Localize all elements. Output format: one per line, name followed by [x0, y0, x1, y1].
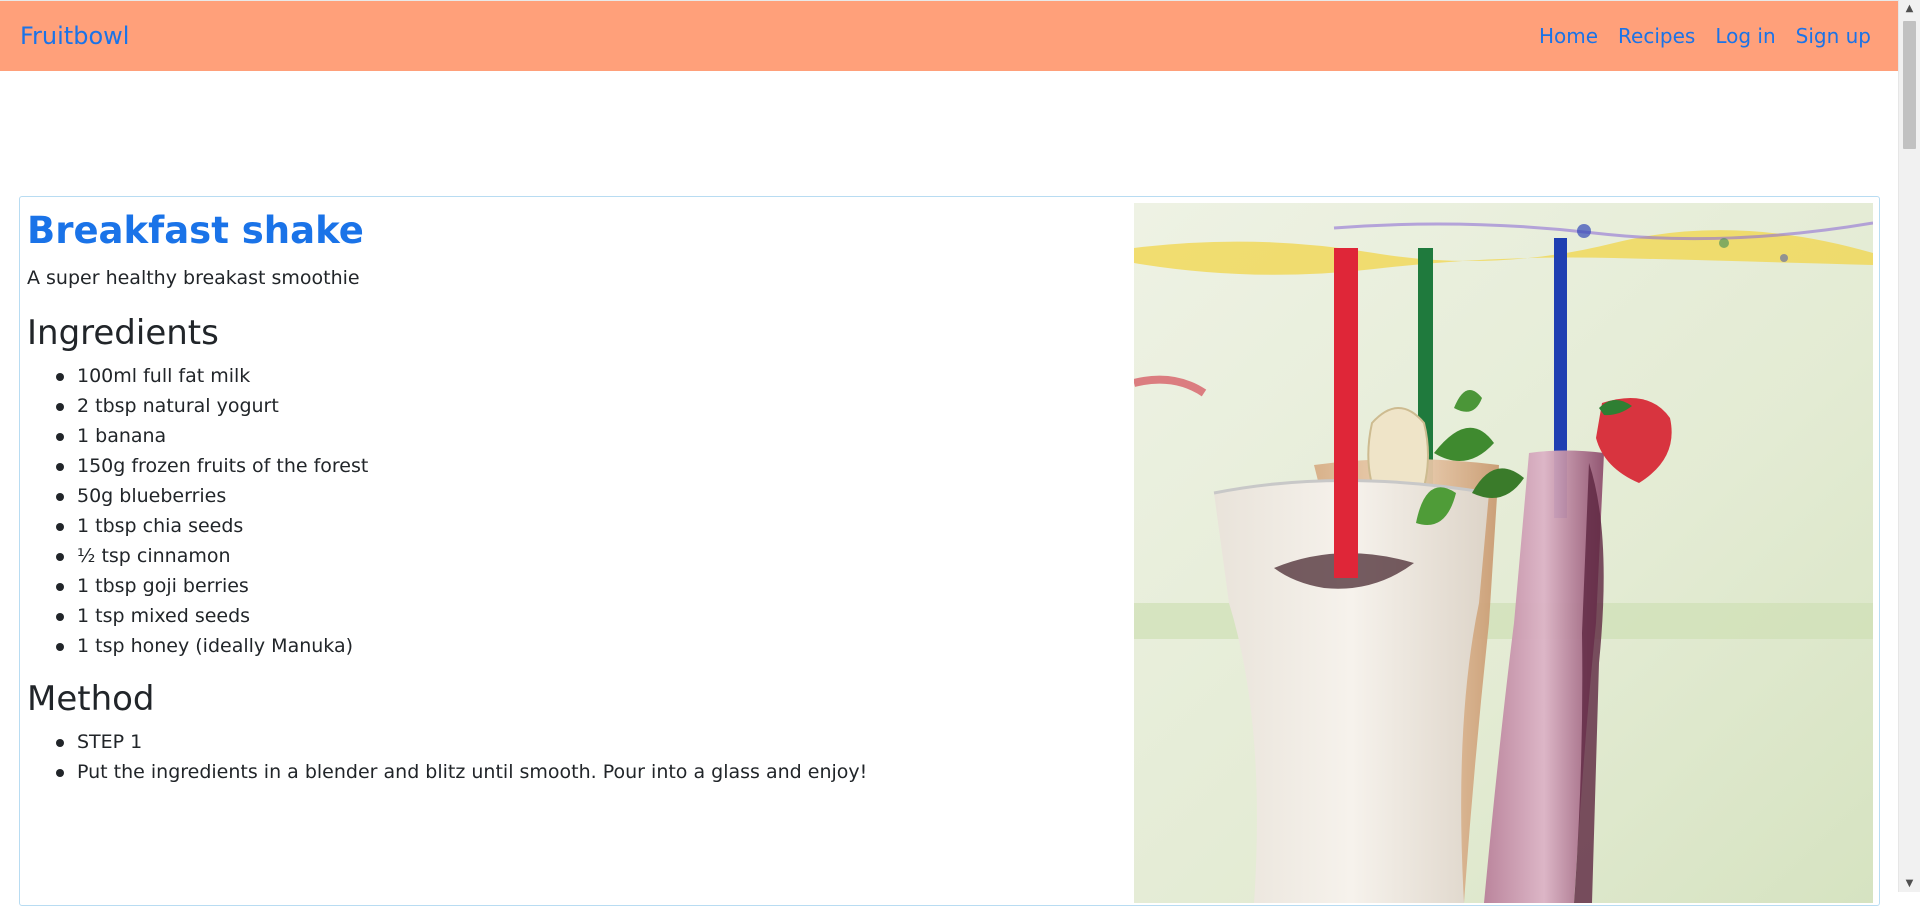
method-heading: Method — [27, 679, 155, 719]
nav-link-recipes[interactable]: Recipes — [1618, 24, 1695, 48]
brand-link[interactable]: Fruitbowl — [20, 22, 129, 50]
recipe-card: Breakfast shake A super healthy breakast… — [19, 196, 1880, 906]
recipe-subtitle: A super healthy breakast smoothie — [27, 267, 360, 289]
ingredient-item: ½ tsp cinnamon — [27, 541, 1107, 571]
method-step: STEP 1 — [27, 727, 1107, 757]
smoothie-photo — [1134, 203, 1873, 903]
nav-link-signup[interactable]: Sign up — [1796, 24, 1871, 48]
ingredient-item: 1 tsp honey (ideally Manuka) — [27, 631, 1107, 661]
ingredient-item: 1 tbsp chia seeds — [27, 511, 1107, 541]
method-step: Put the ingredients in a blender and bli… — [27, 757, 1107, 787]
nav-link-home[interactable]: Home — [1539, 24, 1598, 48]
smoothie-illustration — [1134, 203, 1873, 903]
vertical-scrollbar[interactable]: ▲ ▼ — [1898, 0, 1920, 892]
ingredient-item: 150g frozen fruits of the forest — [27, 451, 1107, 481]
ingredients-heading: Ingredients — [27, 313, 219, 353]
recipe-content: Breakfast shake A super healthy breakast… — [27, 209, 1107, 805]
scroll-down-arrow-icon[interactable]: ▼ — [1899, 875, 1920, 892]
scroll-up-arrow-icon[interactable]: ▲ — [1899, 0, 1920, 17]
method-list: STEP 1 Put the ingredients in a blender … — [27, 727, 1107, 787]
ingredient-item: 100ml full fat milk — [27, 361, 1107, 391]
ingredients-list: 100ml full fat milk 2 tbsp natural yogur… — [27, 361, 1107, 661]
nav-links: Home Recipes Log in Sign up — [1539, 24, 1871, 48]
ingredient-item: 1 banana — [27, 421, 1107, 451]
nav-link-login[interactable]: Log in — [1715, 24, 1775, 48]
ingredient-item: 2 tbsp natural yogurt — [27, 391, 1107, 421]
scroll-thumb[interactable] — [1903, 21, 1916, 149]
recipe-title: Breakfast shake — [27, 209, 364, 252]
ingredient-item: 1 tbsp goji berries — [27, 571, 1107, 601]
navbar: Fruitbowl Home Recipes Log in Sign up — [0, 0, 1898, 71]
ingredient-item: 50g blueberries — [27, 481, 1107, 511]
ingredient-item: 1 tsp mixed seeds — [27, 601, 1107, 631]
